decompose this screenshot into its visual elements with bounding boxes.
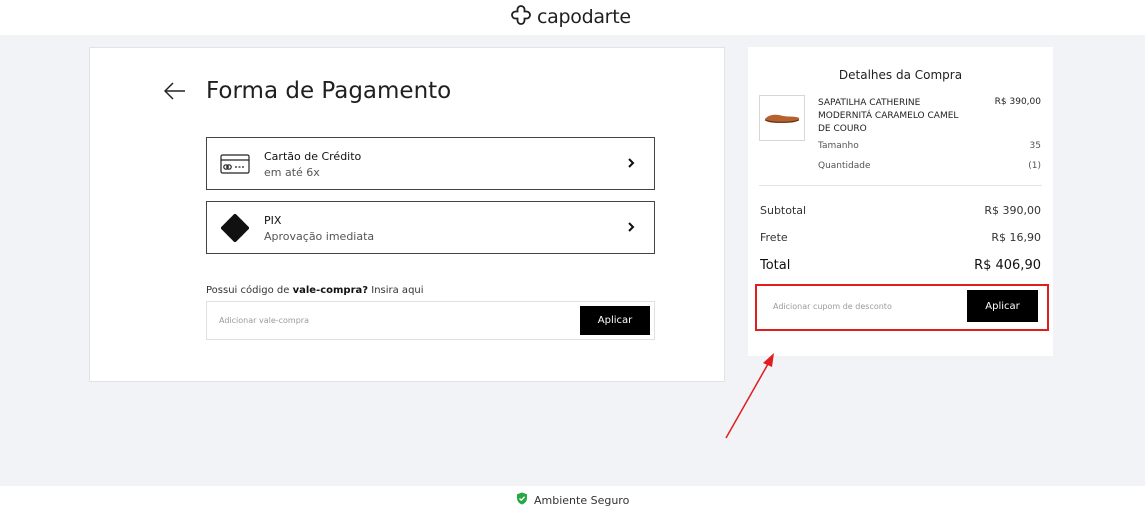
payment-option-credit-card[interactable]: Cartão de Crédito em até 6x [206, 137, 655, 190]
quantity-label: Quantidade [818, 161, 871, 171]
shipping-value: R$ 16,90 [991, 231, 1041, 244]
header: capodarte [0, 0, 1145, 35]
footer: Ambiente Seguro [0, 486, 1145, 511]
voucher-label-prefix: Possui código de [206, 285, 293, 296]
apply-coupon-button[interactable]: Aplicar [967, 290, 1038, 322]
total-value: R$ 406,90 [974, 258, 1041, 273]
option-subtitle: Aprovação imediata [264, 230, 375, 243]
product-name: SAPATILHA CATHERINE MODERNITÁ CARAMELO C… [818, 98, 959, 134]
credit-card-icon [220, 150, 250, 178]
secure-badge: Ambiente Seguro [516, 492, 629, 508]
shipping-label: Frete [760, 231, 788, 244]
option-title: PIX [264, 214, 282, 227]
shoe-thumbnail [759, 95, 805, 141]
subtotal-value: R$ 390,00 [984, 204, 1041, 217]
summary-title: Detalhes da Compra [838, 68, 963, 82]
voucher-label-bold: vale-compra? [292, 285, 369, 296]
chevron-right-icon [626, 219, 636, 235]
option-title: Cartão de Crédito [264, 150, 362, 163]
size-label: Tamanho [818, 141, 859, 151]
logo[interactable]: capodarte [509, 5, 631, 29]
payment-card: Forma de Pagamento Cartão de Crédito em … [89, 47, 725, 382]
apply-voucher-button[interactable]: Aplicar [580, 306, 650, 335]
option-subtitle: em até 6x [264, 166, 320, 179]
capodarte-logo-icon [509, 3, 533, 31]
size-value: 35 [1029, 141, 1041, 151]
arrow-left-icon[interactable] [163, 82, 186, 100]
quantity-value: (1) [1028, 161, 1041, 171]
pix-icon [220, 214, 250, 242]
page-title: Forma de Pagamento [206, 78, 452, 104]
chevron-right-icon [626, 155, 636, 171]
logo-text: capodarte [537, 6, 631, 28]
coupon-input[interactable] [763, 290, 963, 323]
voucher-label: Possui código de vale-compra? Insira aqu… [206, 285, 424, 296]
voucher-field-group: Aplicar [206, 301, 655, 340]
total-label: Total [760, 258, 791, 273]
subtotal-label: Subtotal [760, 204, 807, 217]
payment-option-pix[interactable]: PIX Aprovação imediata [206, 201, 655, 254]
product-price: R$ 390,00 [994, 97, 1041, 107]
voucher-input[interactable] [207, 302, 577, 339]
secure-label: Ambiente Seguro [534, 493, 630, 507]
divider [759, 185, 1042, 186]
voucher-label-suffix: Insira aqui [368, 285, 424, 296]
shield-check-icon [516, 492, 528, 508]
